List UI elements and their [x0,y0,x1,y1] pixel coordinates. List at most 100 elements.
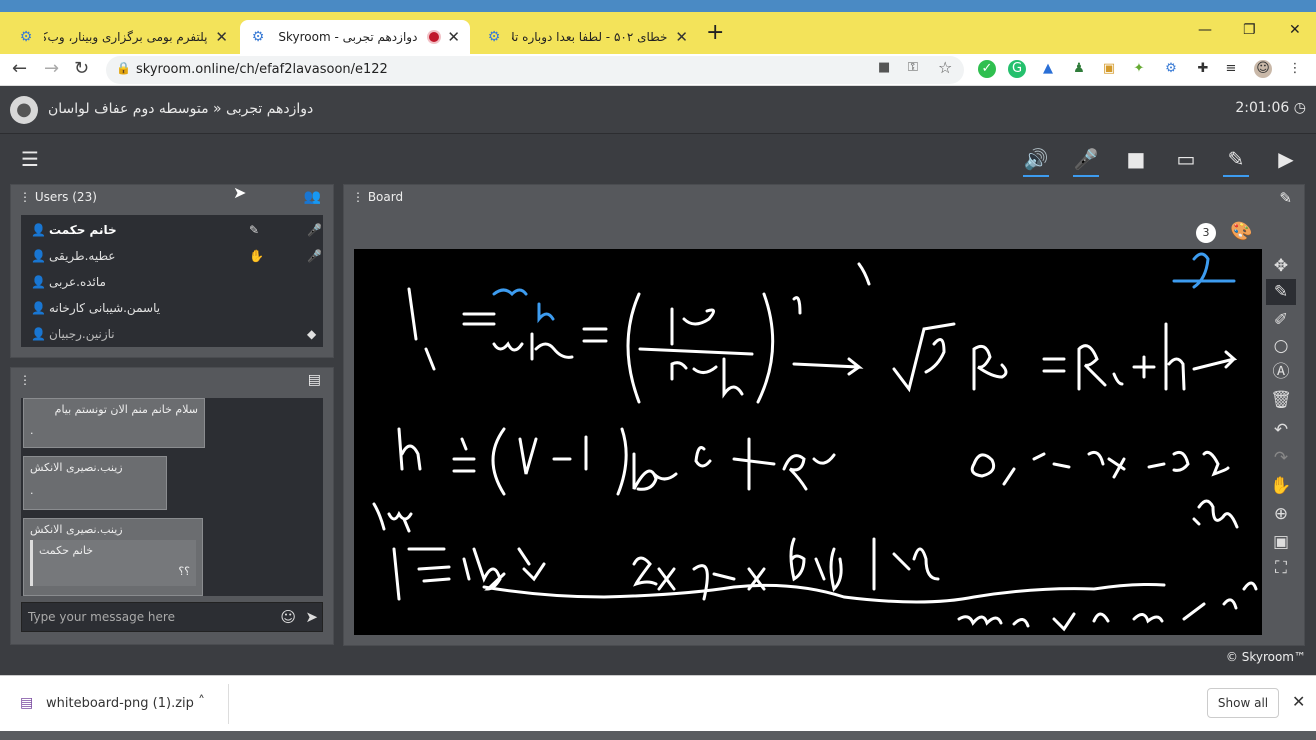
minimize-icon[interactable]: — [1198,22,1212,38]
move-icon[interactable]: ✥ [1266,253,1296,279]
users-group-icon[interactable]: 👥 [304,189,321,205]
session-timer: 2:01:06 ◷ [1235,100,1306,116]
download-bar: ▤ whiteboard-png (1).zip ˄ Show all ✕ [0,675,1316,731]
pen-icon[interactable]: ✎ [1266,279,1296,305]
fit-screen-icon[interactable]: ▣ [1266,529,1296,555]
presentation-icon[interactable]: ▶ [1273,147,1299,171]
address-bar[interactable]: 🔒 skyroom.online/ch/efaf2lavasoon/e122 ■… [106,56,964,84]
extension-check-icon[interactable]: ✓ [978,60,996,78]
back-arrow-icon[interactable]: ← [12,58,27,79]
microphone-icon[interactable]: 🎤 [1073,147,1099,177]
edit-pencil-icon[interactable]: ✎ [1279,189,1292,207]
extension-grammarly-icon[interactable]: G [1008,60,1026,78]
app-header: ● دوازدهم تجربی « متوسطه دوم عفاف لواسان… [0,86,1316,134]
download-file-name[interactable]: whiteboard-png (1).zip [46,696,194,711]
user-list: 👤 خانم حکمت ✎ 🎤 👤 عطیه.طریقی ✋ 🎤 👤 مائده… [21,215,323,347]
close-tab-icon[interactable]: ✕ [215,28,228,46]
browser-tab-bar: ✕ پلتفرم بومی برگزاری وبینار، وب‌کنفرا ⚙… [0,12,1316,54]
highlighter-icon[interactable]: ✐ [1266,307,1296,333]
user-icon: 👤 [31,275,46,289]
hand-pan-icon[interactable]: ✋ [1266,473,1296,499]
extension-skyroom-icon[interactable]: ⚙ [1162,60,1180,78]
close-tab-icon[interactable]: ✕ [447,28,460,46]
close-download-bar-icon[interactable]: ✕ [1292,692,1305,711]
panel-menu-icon[interactable]: ⋮ [19,190,31,204]
chat-icon[interactable]: ▤ [308,372,321,388]
extension-image-icon[interactable]: ▣ [1100,60,1118,78]
reload-icon[interactable]: ↻ [74,58,89,79]
chevron-up-icon[interactable]: ˄ [198,694,205,710]
recording-indicator-icon [429,32,440,42]
camera-blocked-icon[interactable]: ■ [878,60,890,75]
room-toolbar: ☰ 🔊 🎤 ■ ▭ ✎ ▶ [0,135,1316,183]
microphone-icon[interactable]: 🎤 [307,249,322,263]
main-menu-icon[interactable]: ☰ [17,147,43,171]
user-row[interactable]: 👤 خانم حکمت ✎ 🎤 [21,217,323,243]
redo-icon[interactable]: ↷ [1266,445,1296,471]
board-panel: ⋮ Board ✎ 3 🎨 ‹ 17 ˅ › [343,184,1305,646]
user-row[interactable]: 👤 عطیه.طریقی ✋ 🎤 [21,243,323,269]
user-avatar-icon[interactable]: ● [10,96,38,124]
room-title: دوازدهم تجربی « متوسطه دوم عفاف لواسان [48,101,314,117]
text-tool-icon[interactable]: Ⓐ [1266,359,1296,385]
new-tab-button[interactable]: + [706,20,724,45]
zip-file-icon: ▤ [20,695,34,711]
circle-shape-icon[interactable]: ○ [1266,333,1296,359]
user-row[interactable]: 👤 نازنین.رجبیان ◆ [21,321,323,347]
users-panel-title: Users (23) [34,190,97,204]
whiteboard-permission-icon[interactable]: ✎ [249,223,259,237]
microphone-icon[interactable]: 🎤 [307,223,322,237]
key-icon[interactable]: ⚿ [908,60,918,75]
raise-hand-icon[interactable]: ✋ [249,249,264,263]
users-panel: ⋮ Users (23) 👥 👤 خانم حکمت ✎ 🎤 👤 عطیه.طر… [10,183,334,358]
chat-message: زینب.نصیری الانکش . [23,456,167,510]
browser-menu-icon[interactable]: ⋮ [1286,60,1304,78]
chat-message: سلام خانم منم الان تونستم بیام . [23,398,205,448]
user-icon: 👤 [31,223,46,237]
whiteboard-canvas[interactable]: ‹ 17 ˅ › + 🗑 [354,249,1262,635]
board-panel-header: ⋮ Board ✎ [344,185,1304,213]
browser-tab-active[interactable]: ✕ دوازدهم تجربی - Skyroom ⚙ [240,20,470,54]
show-all-button[interactable]: Show all [1207,688,1279,718]
fullscreen-icon[interactable]: ⛶ [1266,555,1296,581]
close-tab-icon[interactable]: ✕ [675,28,688,46]
trash-icon[interactable]: 🗑 [1266,387,1296,413]
browser-toolbar: ← → ↻ 🔒 skyroom.online/ch/efaf2lavasoon/… [0,54,1316,86]
speaker-icon[interactable]: 🔊 [1023,147,1049,177]
divider [228,684,229,724]
extensions-puzzle-icon[interactable]: ✚ [1194,60,1212,78]
reading-list-icon[interactable]: ≡ [1222,60,1240,78]
undo-icon[interactable]: ↶ [1266,417,1296,443]
extension-puzzle-green-icon[interactable]: ✦ [1130,60,1148,78]
send-icon[interactable]: ➤ [305,608,318,626]
panel-menu-icon[interactable]: ⋮ [352,190,364,204]
chat-messages: سلام خانم منم الان تونستم بیام . زینب.نص… [21,398,323,596]
browser-tab[interactable]: ✕ پلتفرم بومی برگزاری وبینار، وب‌کنفرا ⚙ [8,20,238,54]
panel-menu-icon[interactable]: ⋮ [19,373,31,387]
user-row[interactable]: 👤 یاسمن.شیبانی کارخانه [21,295,323,321]
window-top-strip [0,0,1316,12]
handwriting-drawing [372,252,1258,632]
chat-message: زینب.نصیری الانکش خانم حکمت ؟؟ [23,518,203,596]
zoom-in-icon[interactable]: ⊕ [1266,501,1296,527]
color-palette-icon[interactable]: 🎨 [1230,221,1252,242]
screen-share-icon[interactable]: ▭ [1173,147,1199,171]
browser-tab[interactable]: ✕ خطای ۵۰۲ - لطفا بعدا دوباره تلاش ⚙ [476,20,698,54]
extension-cap-icon[interactable]: ▲ [1039,60,1057,78]
close-window-icon[interactable]: ✕ [1289,22,1301,38]
forward-arrow-icon[interactable]: → [44,58,59,79]
restore-icon[interactable]: ❐ [1243,22,1256,38]
page-count-badge: 3 [1196,223,1216,243]
users-panel-header: ⋮ Users (23) 👥 [11,185,333,213]
extension-person-icon[interactable]: ♟ [1070,60,1088,78]
camera-icon[interactable]: ■ [1123,147,1149,171]
bookmark-star-icon[interactable]: ☆ [938,58,952,77]
user-row[interactable]: 👤 مائده.عربی [21,269,323,295]
user-icon: 👤 [31,249,46,263]
user-icon: 👤 [31,301,46,315]
whiteboard-brush-icon[interactable]: ✎ [1223,147,1249,177]
profile-avatar-icon[interactable]: ☺ [1254,60,1272,78]
emoji-icon[interactable]: ☺ [280,608,296,626]
chat-message-input[interactable]: Type your message here ☺ ➤ [21,602,323,632]
eraser-icon[interactable]: ◆ [307,327,316,341]
